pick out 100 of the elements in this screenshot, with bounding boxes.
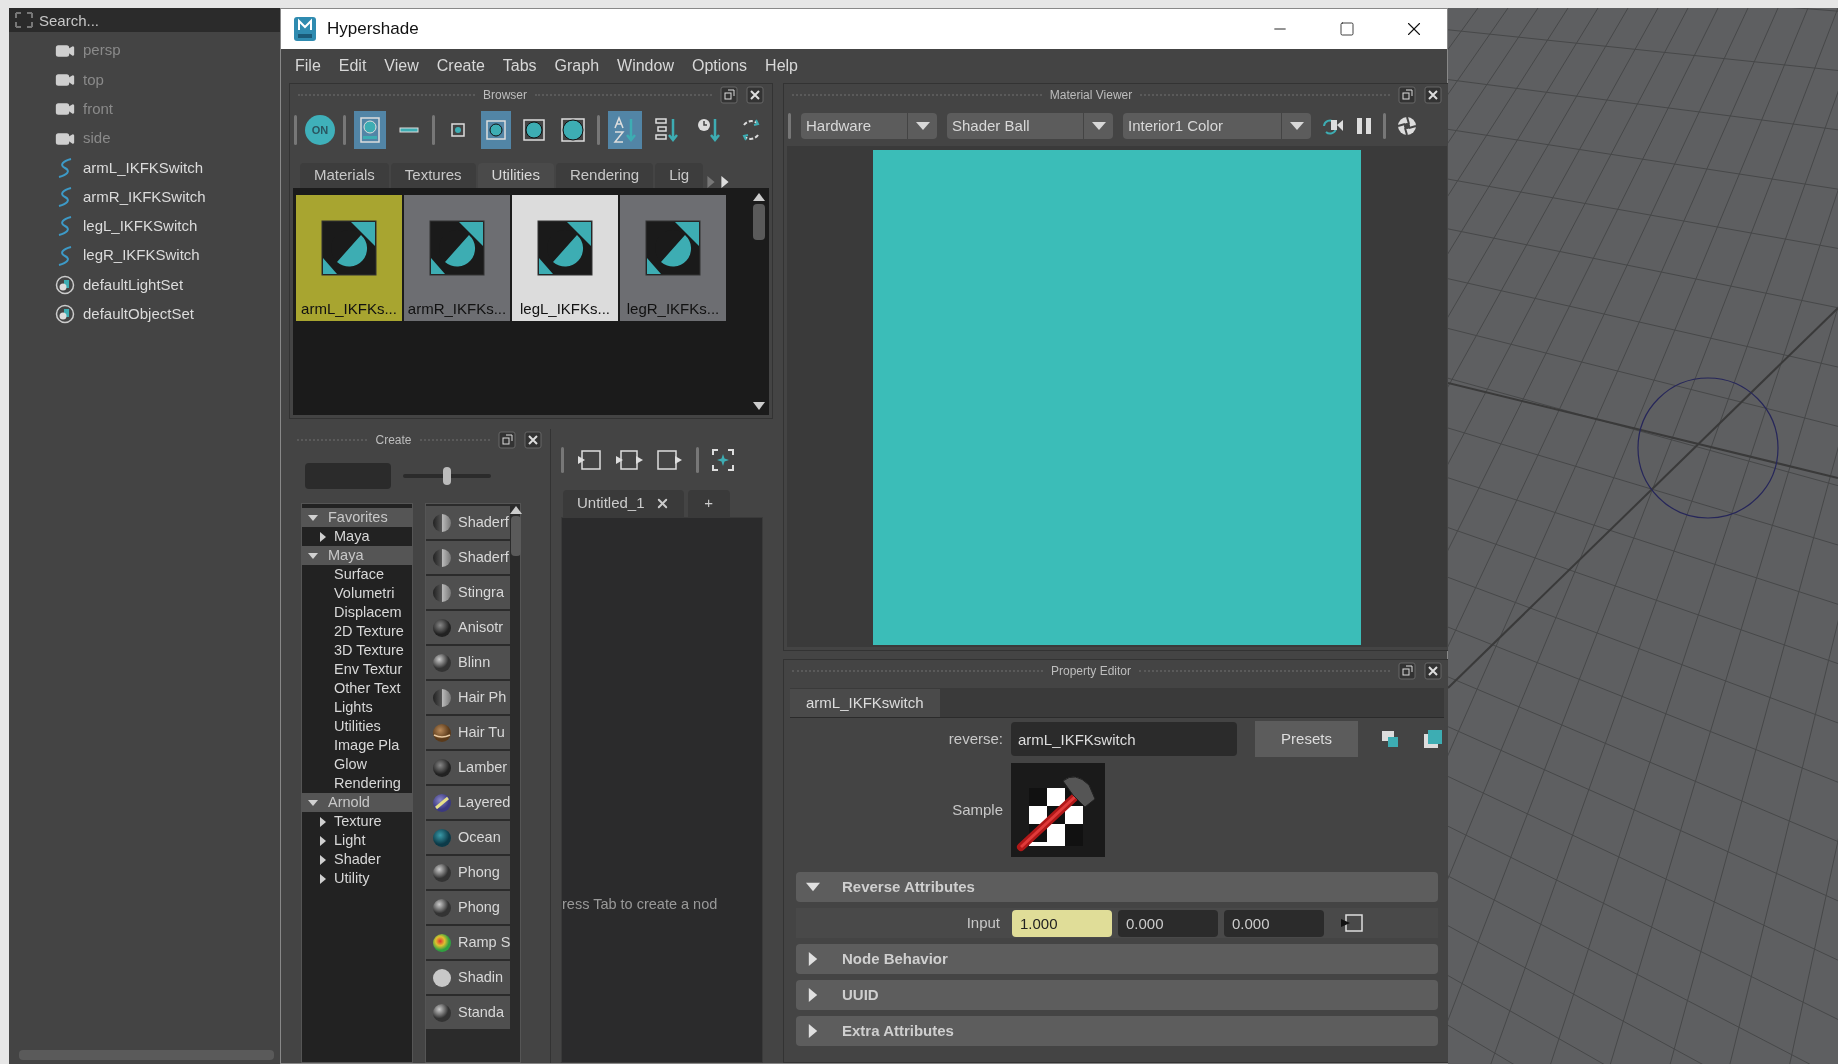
input-value-field[interactable]: 0.000 xyxy=(1224,909,1324,937)
float-panel-icon[interactable] xyxy=(498,431,516,449)
menu-item[interactable]: Graph xyxy=(548,54,606,78)
node-list-item[interactable]: Phong xyxy=(426,856,511,889)
menu-item[interactable]: Help xyxy=(759,54,804,78)
filter-icon[interactable] xyxy=(9,8,39,32)
expand-arrow-icon[interactable] xyxy=(308,550,318,561)
node-list-item[interactable]: Shadin xyxy=(426,961,511,994)
expand-arrow-icon[interactable] xyxy=(318,531,328,542)
close-icon[interactable] xyxy=(1424,662,1442,680)
expand-arrow-icon[interactable] xyxy=(806,1024,820,1038)
menu-item[interactable]: Create xyxy=(430,54,491,78)
browser-tab[interactable]: Materials xyxy=(300,163,389,188)
section-header[interactable]: UUID xyxy=(796,980,1438,1010)
category-item[interactable]: Env Textur xyxy=(334,662,403,677)
menu-item[interactable]: File xyxy=(289,54,327,78)
browser-tab[interactable]: Textures xyxy=(390,163,476,188)
menu-item[interactable]: Window xyxy=(611,54,680,78)
node-list-item[interactable]: Hair Ph xyxy=(426,681,511,714)
search-field[interactable]: Search... xyxy=(39,8,280,32)
category-item[interactable]: 3D Texture xyxy=(334,643,404,658)
list-view-icon[interactable] xyxy=(399,125,419,135)
category-item[interactable]: Other Text xyxy=(334,681,401,696)
outliner-item[interactable]: legR_IKFKSwitch xyxy=(83,244,200,267)
slider[interactable] xyxy=(403,467,491,485)
browser-tab[interactable]: Rendering xyxy=(555,163,654,188)
input-output-connections-icon[interactable] xyxy=(614,449,644,471)
section-header[interactable]: Node Behavior xyxy=(796,944,1438,974)
float-panel-icon[interactable] xyxy=(720,86,738,104)
node-list-item[interactable]: Anisotr xyxy=(426,611,511,644)
presets-button[interactable]: Presets xyxy=(1255,721,1358,757)
category-item[interactable]: Utility xyxy=(334,871,370,886)
output-connections-icon[interactable] xyxy=(656,449,684,471)
expand-arrow-icon[interactable] xyxy=(318,854,328,865)
expand-arrow-icon[interactable] xyxy=(318,873,328,884)
expand-arrow-icon[interactable] xyxy=(318,835,328,846)
refresh-camera-icon[interactable] xyxy=(1321,116,1345,136)
node-list-item[interactable]: Phong xyxy=(426,891,511,924)
category-item[interactable]: Rendering xyxy=(334,776,401,791)
category-item[interactable]: Light xyxy=(334,833,366,848)
input-value-field[interactable]: 0.000 xyxy=(1118,909,1218,937)
category-item[interactable]: 2D Texture xyxy=(334,624,404,639)
size-medium-button[interactable] xyxy=(481,111,511,149)
input-value-field[interactable]: 1.000 xyxy=(1012,909,1112,937)
category-item[interactable]: Maya xyxy=(334,529,370,544)
size-xlarge-icon[interactable] xyxy=(561,118,585,142)
pause-icon[interactable] xyxy=(1355,116,1373,136)
category-item[interactable]: Utilities xyxy=(334,719,381,734)
node-list-item[interactable]: Shaderf xyxy=(426,541,511,574)
outliner-item[interactable]: armL_IKFKSwitch xyxy=(83,156,204,180)
aperture-icon[interactable] xyxy=(1396,115,1418,137)
float-panel-icon[interactable] xyxy=(1398,662,1416,680)
category-item[interactable]: Volumetri xyxy=(334,586,395,601)
outliner-item[interactable]: legL_IKFKSwitch xyxy=(83,215,198,238)
outliner-item[interactable]: defaultLightSet xyxy=(83,273,184,297)
renderer-dropdown[interactable]: Hardware xyxy=(801,113,937,139)
node-swatch[interactable]: legR_IKFKs... xyxy=(620,195,726,321)
geometry-dropdown[interactable]: Shader Ball xyxy=(947,113,1113,139)
menu-item[interactable]: View xyxy=(378,54,425,78)
category-item[interactable]: Lights xyxy=(334,700,373,715)
expand-arrow-icon[interactable] xyxy=(308,512,318,523)
scrollbar-thumb[interactable] xyxy=(511,516,522,556)
category-item[interactable]: Glow xyxy=(334,757,368,772)
node-list-item[interactable]: Shaderf xyxy=(426,506,511,539)
node-name-field[interactable]: armL_IKFKswitch xyxy=(1011,722,1237,756)
node-list-item[interactable]: Stingra xyxy=(426,576,511,609)
menu-item[interactable]: Edit xyxy=(332,54,373,78)
category-item[interactable]: Texture xyxy=(334,814,382,829)
close-icon[interactable] xyxy=(746,86,764,104)
graph-tab[interactable]: Untitled_1 xyxy=(563,490,684,517)
close-icon[interactable] xyxy=(1424,86,1442,104)
add-tab-button[interactable]: + xyxy=(687,490,730,517)
menu-item[interactable]: Tabs xyxy=(496,54,543,78)
graph-canvas[interactable]: ress Tab to create a nod xyxy=(561,517,763,1063)
scrollbar-thumb[interactable] xyxy=(753,203,765,240)
size-large-icon[interactable] xyxy=(523,119,545,141)
node-swatch[interactable]: legL_IKFKs... xyxy=(512,195,618,321)
map-connection-icon[interactable] xyxy=(1340,913,1364,933)
scroll-up-icon[interactable] xyxy=(753,193,765,201)
node-swatch[interactable]: armL_IKFKs... xyxy=(296,195,402,321)
maximize-icon[interactable] xyxy=(1338,21,1355,37)
copy-tab-icon[interactable] xyxy=(1380,729,1400,749)
slider-thumb[interactable] xyxy=(443,467,451,485)
environment-dropdown[interactable]: Interior1 Color xyxy=(1123,113,1311,139)
dropdown-arrow-icon[interactable] xyxy=(1289,122,1304,130)
category-item[interactable]: Image Pla xyxy=(334,738,400,753)
node-list-item[interactable]: Blinn xyxy=(426,646,511,679)
close-icon[interactable] xyxy=(524,431,542,449)
category-item[interactable]: Surface xyxy=(334,567,384,582)
node-list-item[interactable]: Ramp S xyxy=(426,926,511,959)
expand-arrow-icon[interactable] xyxy=(318,816,328,827)
input-connections-icon[interactable] xyxy=(576,449,602,471)
menu-item[interactable]: Options xyxy=(685,54,754,78)
dropdown-arrow-icon[interactable] xyxy=(1091,122,1106,130)
node-list-item[interactable]: Standa xyxy=(426,996,511,1029)
expand-arrow-icon[interactable] xyxy=(806,880,820,894)
search-field[interactable] xyxy=(305,463,391,489)
expand-arrow-icon[interactable] xyxy=(806,952,820,966)
scroll-up-icon[interactable] xyxy=(510,506,523,514)
copy-icon[interactable] xyxy=(1422,728,1444,750)
